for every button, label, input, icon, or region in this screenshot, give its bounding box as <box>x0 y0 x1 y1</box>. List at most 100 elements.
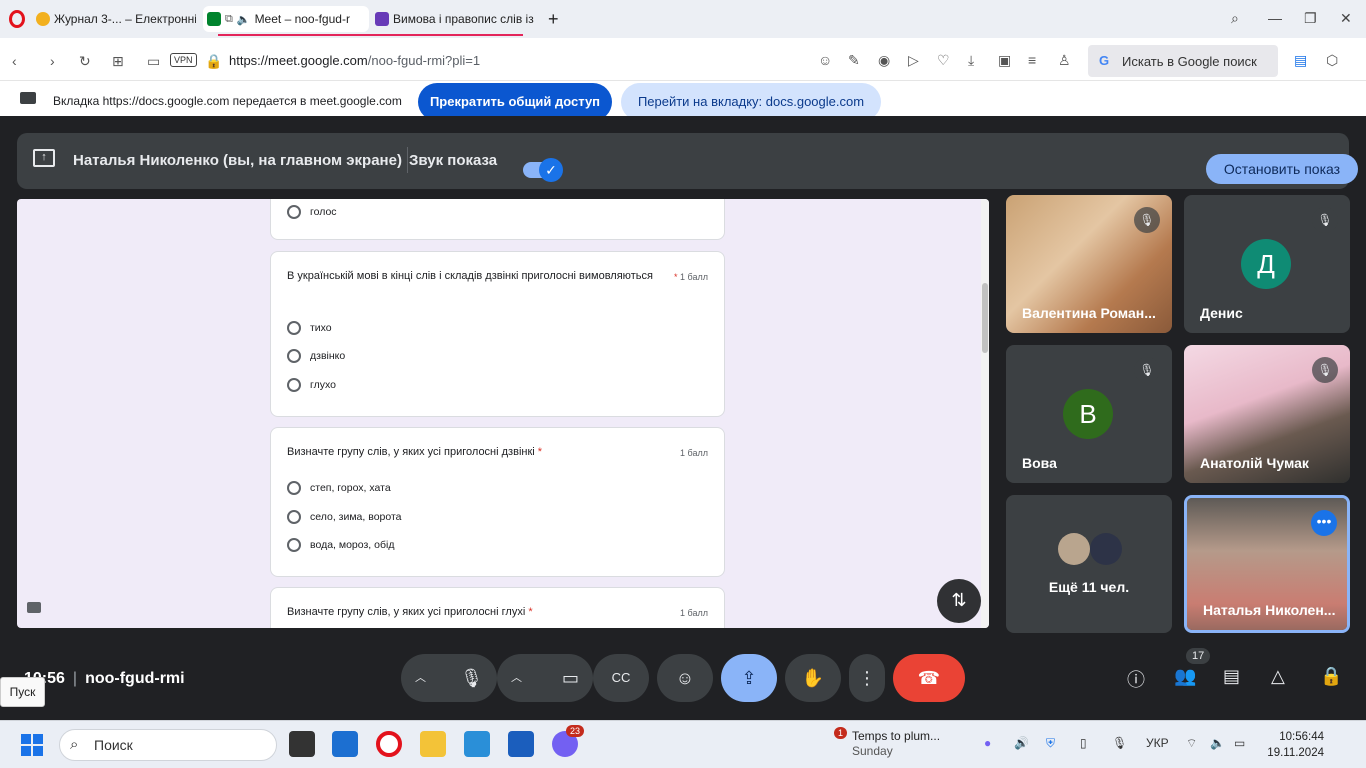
battery-icon[interactable]: ▭ <box>1234 736 1245 750</box>
tab-underline <box>218 34 523 36</box>
participant-tile[interactable]: 🎙 Анатолій Чумак <box>1184 345 1350 483</box>
self-tile[interactable]: ••• Наталья Николен... <box>1184 495 1350 633</box>
taskbar-search[interactable]: ⌕ Поиск <box>59 729 277 761</box>
language-indicator[interactable]: УКР <box>1146 736 1169 750</box>
more-participants-label: Ещё 11 чел. <box>1048 579 1130 595</box>
scrollbar[interactable] <box>981 199 989 628</box>
usb-icon[interactable]: ▯ <box>1080 736 1087 750</box>
info-icon[interactable]: ⓘ <box>1127 666 1145 692</box>
tab-journal[interactable]: Журнал 3-... – Електронні <box>36 6 196 32</box>
chevron-up-icon[interactable]: ︿ <box>415 654 426 702</box>
radio-option[interactable]: глухо <box>287 378 336 392</box>
people-icon[interactable]: 👥 <box>1174 666 1196 687</box>
google-search-field[interactable]: G Искать в Google поиск <box>1088 45 1278 77</box>
word-icon[interactable] <box>508 731 534 757</box>
camera-button[interactable]: ︿ ▭ <box>497 654 593 702</box>
tab-label: Meet – noo-fgud-r <box>254 12 350 26</box>
minimize-icon[interactable]: — <box>1268 10 1282 26</box>
sidebar-icon[interactable]: ▤ <box>1294 52 1307 69</box>
pip-icon[interactable]: ⧉ <box>225 13 233 26</box>
more-options-icon[interactable]: ••• <box>1311 510 1337 536</box>
extensions-icon[interactable]: ⬡ <box>1326 52 1338 69</box>
chevron-up-icon[interactable]: ︿ <box>511 654 522 702</box>
close-icon[interactable]: ✕ <box>1340 10 1352 27</box>
more-participants-tile[interactable]: Ещё 11 чел. <box>1006 495 1172 633</box>
radio-option[interactable]: село, зима, ворота <box>287 510 402 524</box>
swap-layout-icon[interactable]: ⇅ <box>937 579 981 623</box>
scrollbar-thumb[interactable] <box>982 283 988 353</box>
feedback-icon[interactable] <box>27 602 41 613</box>
chat-icon[interactable]: ▤ <box>1223 666 1240 687</box>
hangup-icon: ☎ <box>917 668 941 688</box>
photos-icon[interactable] <box>464 731 490 757</box>
heart-icon[interactable]: ♡ <box>937 52 950 69</box>
volume-icon[interactable]: 🔈 <box>1210 736 1225 750</box>
more-options-button[interactable]: ⋮ <box>849 654 885 702</box>
option-label: тихо <box>310 322 332 334</box>
task-view-icon[interactable] <box>289 731 315 757</box>
url-host: https://meet.google.com <box>229 53 368 68</box>
stop-presenting-button[interactable]: Остановить показ <box>1206 154 1358 184</box>
captions-button[interactable]: CC <box>593 654 649 702</box>
emoji-icon[interactable]: ☺ <box>818 52 832 68</box>
send-icon[interactable]: ▷ <box>908 52 919 69</box>
wifi-icon[interactable]: ⌔ <box>1186 736 1197 751</box>
search-icon[interactable]: ⌕ <box>1231 10 1239 27</box>
menu-icon[interactable]: ≡ <box>1028 52 1036 68</box>
tab-forms[interactable]: Вимова і правопис слів із <box>375 6 535 32</box>
participant-name: Наталья Николен... <box>1203 602 1336 618</box>
opera-logo-icon[interactable] <box>9 10 25 28</box>
tabs-grid-icon[interactable]: ⊞ <box>112 53 124 70</box>
present-button[interactable]: ⇪ <box>721 654 777 702</box>
participant-tile[interactable]: 🎙 Д Денис <box>1184 195 1350 333</box>
question-label: Визначте групу слів, у яких усі приголос… <box>287 446 535 458</box>
restore-icon[interactable]: ❐ <box>1304 10 1317 27</box>
store-icon[interactable] <box>332 731 358 757</box>
taskbar: ⌕ Поиск 23 1 Temps to plum... Sunday ● 🔊… <box>0 720 1366 768</box>
new-tab-button[interactable]: + <box>548 6 559 32</box>
meeting-code: noo-fgud-rmi <box>85 670 185 687</box>
activities-icon[interactable]: △ <box>1271 666 1285 687</box>
participant-tile[interactable]: 🎙 Валентина Роман... <box>1006 195 1172 333</box>
weather-widget[interactable]: Temps to plum... Sunday <box>852 729 940 759</box>
snapshot-icon[interactable]: ◉ <box>878 52 890 69</box>
radio-option[interactable]: вода, мороз, обід <box>287 538 394 552</box>
url-field[interactable]: https://meet.google.com/noo-fgud-rmi?pli… <box>229 53 480 68</box>
raise-hand-button[interactable]: ✋ <box>785 654 841 702</box>
forms-icon <box>375 12 389 26</box>
edit-icon[interactable]: ✎ <box>848 52 860 69</box>
lock-icon[interactable]: 🔒 <box>205 53 222 70</box>
leave-call-button[interactable]: ☎ <box>893 654 965 702</box>
vpn-badge[interactable]: VPN <box>170 53 197 67</box>
mic-button[interactable]: ︿ 🎙 <box>401 654 497 702</box>
search-icon: ⌕ <box>70 736 79 753</box>
start-tooltip: Пуск <box>0 677 45 707</box>
back-icon[interactable]: ‹ <box>12 53 17 69</box>
forward-icon[interactable]: › <box>50 53 55 69</box>
windows-start-icon[interactable] <box>21 734 43 756</box>
reload-icon[interactable]: ↻ <box>79 53 91 70</box>
share-audio-toggle[interactable]: ✓ <box>523 158 563 182</box>
opera-icon[interactable] <box>376 731 402 757</box>
radio-option[interactable]: дзвінко <box>287 349 345 363</box>
tab-label: Вимова і правопис слів із <box>393 12 534 26</box>
defender-icon[interactable]: ⛨ <box>1046 736 1055 751</box>
mic-tray-icon[interactable]: 🎙 <box>1112 736 1127 750</box>
camera-icon[interactable]: ▭ <box>147 53 160 70</box>
participant-tile[interactable]: 🎙 В Вова <box>1006 345 1172 483</box>
viber-tray-icon[interactable]: ● <box>984 736 991 750</box>
reactions-button[interactable]: ☺ <box>657 654 713 702</box>
clock[interactable]: 10:56:44 19.11.2024 <box>1266 729 1324 761</box>
speaker-icon[interactable]: 🔈 <box>237 13 251 26</box>
file-explorer-icon[interactable] <box>420 731 446 757</box>
host-controls-icon[interactable]: 🔒 <box>1320 666 1342 687</box>
radio-option[interactable]: голос <box>287 205 337 219</box>
profile-icon[interactable]: ♙ <box>1058 52 1071 69</box>
tab-meet[interactable]: ⧉ 🔈 Meet – noo-fgud-r <box>203 6 369 32</box>
radio-option[interactable]: степ, горох, хата <box>287 481 391 495</box>
address-bar: ‹ › ↻ ⊞ ▭ VPN 🔒 https://meet.google.com/… <box>0 41 1366 81</box>
download-icon[interactable]: ⤓ <box>968 52 974 69</box>
speaker-tray-icon[interactable]: 🔊 <box>1014 736 1029 750</box>
radio-option[interactable]: тихо <box>287 321 332 335</box>
player-icon[interactable]: ▣ <box>998 52 1011 69</box>
